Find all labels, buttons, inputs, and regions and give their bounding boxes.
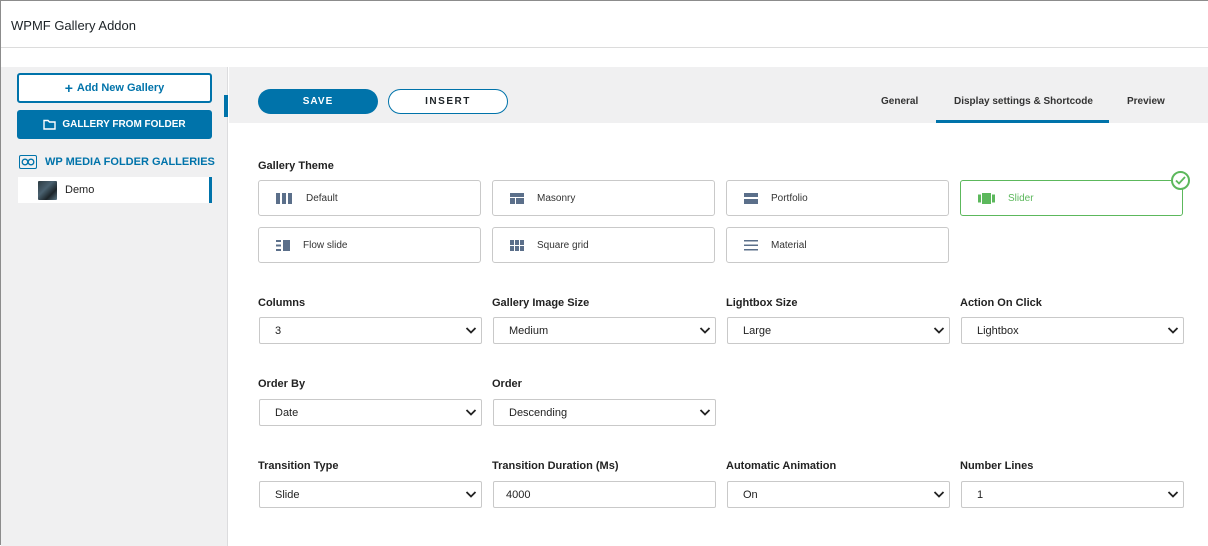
input-value: 4000 (506, 488, 531, 501)
chevron-down-icon (933, 491, 945, 498)
transition-type-label: Transition Type (258, 460, 339, 472)
theme-option-flow-slide[interactable]: Flow slide (258, 227, 481, 263)
chevron-down-icon (933, 327, 945, 334)
title-bar: WPMF Gallery Addon (1, 1, 1208, 48)
sidebar-item-label: Demo (65, 184, 95, 196)
flow-slide-layout-icon (276, 239, 290, 251)
chevron-down-icon (465, 491, 477, 498)
lightbox-size-label: Lightbox Size (726, 297, 798, 309)
slider-layout-icon (978, 192, 995, 204)
sidebar-resize-handle[interactable] (224, 95, 228, 117)
gallery-link-icon (19, 155, 37, 169)
chevron-down-icon (699, 327, 711, 334)
order-select[interactable]: Descending (493, 399, 716, 426)
save-button[interactable]: SAVE (258, 89, 378, 114)
tree-root-label: WP MEDIA FOLDER GALLERIES (45, 156, 215, 168)
tree-root-galleries[interactable]: WP MEDIA FOLDER GALLERIES (19, 155, 215, 169)
theme-option-slider[interactable]: Slider (960, 180, 1183, 216)
theme-option-label: Square grid (537, 239, 589, 251)
theme-option-label: Flow slide (303, 239, 348, 251)
chevron-down-icon (699, 409, 711, 416)
automatic-animation-select[interactable]: On (727, 481, 950, 508)
theme-option-square-grid[interactable]: Square grid (492, 227, 715, 263)
toolbar: SAVE INSERT General Display settings & S… (229, 67, 1208, 123)
automatic-animation-label: Automatic Animation (726, 460, 837, 472)
select-value: 1 (977, 488, 984, 501)
chevron-down-icon (1167, 491, 1179, 498)
tab-general[interactable]: General (881, 96, 918, 107)
active-tab-indicator (936, 120, 1109, 123)
select-value: Medium (509, 324, 549, 337)
theme-option-label: Slider (1008, 192, 1034, 204)
add-new-gallery-label: Add New Gallery (76, 82, 165, 94)
portfolio-layout-icon (744, 192, 758, 204)
order-label: Order (492, 378, 522, 390)
select-value: Lightbox (977, 324, 1019, 337)
select-value: 3 (275, 324, 282, 337)
chevron-down-icon (465, 409, 477, 416)
theme-option-default[interactable]: Default (258, 180, 481, 216)
default-layout-icon (276, 192, 292, 204)
theme-option-label: Default (306, 192, 338, 204)
gallery-from-folder-button[interactable]: GALLERY FROM FOLDER (17, 110, 212, 139)
gallery-image-size-select[interactable]: Medium (493, 317, 716, 344)
theme-option-material[interactable]: Material (726, 227, 949, 263)
chevron-down-icon (1167, 327, 1179, 334)
insert-button[interactable]: INSERT (388, 89, 508, 114)
order-by-select[interactable]: Date (259, 399, 482, 426)
folder-icon (43, 119, 57, 130)
app-window: WPMF Gallery Addon + Add New Gallery GAL… (0, 0, 1208, 546)
number-lines-select[interactable]: 1 (961, 481, 1184, 508)
theme-option-label: Material (771, 239, 807, 251)
action-on-click-select[interactable]: Lightbox (961, 317, 1184, 344)
gallery-theme-label: Gallery Theme (258, 160, 334, 172)
tab-display-settings[interactable]: Display settings & Shortcode (954, 96, 1093, 107)
material-layout-icon (744, 239, 758, 250)
lightbox-size-select[interactable]: Large (727, 317, 950, 344)
number-lines-label: Number Lines (960, 460, 1034, 472)
app-title: WPMF Gallery Addon (11, 18, 136, 33)
order-by-label: Order By (258, 378, 306, 390)
tab-preview[interactable]: Preview (1127, 96, 1165, 107)
gallery-thumbnail (38, 180, 57, 200)
transition-duration-label: Transition Duration (Ms) (492, 460, 619, 472)
columns-select[interactable]: 3 (259, 317, 482, 344)
select-value: Descending (509, 406, 568, 419)
chevron-down-icon (465, 327, 477, 334)
theme-option-portfolio[interactable]: Portfolio (726, 180, 949, 216)
theme-option-label: Masonry (537, 192, 576, 204)
gallery-image-size-label: Gallery Image Size (492, 297, 590, 309)
square-grid-layout-icon (510, 239, 524, 251)
sidebar-item-demo[interactable]: Demo (18, 177, 212, 203)
masonry-layout-icon (510, 192, 524, 204)
select-value: Date (275, 406, 299, 419)
sidebar: + Add New Gallery GALLERY FROM FOLDER WP… (1, 67, 228, 546)
transition-type-select[interactable]: Slide (259, 481, 482, 508)
theme-option-masonry[interactable]: Masonry (492, 180, 715, 216)
select-value: Slide (275, 488, 300, 501)
selected-check-icon (1171, 171, 1190, 190)
columns-label: Columns (258, 297, 306, 309)
transition-duration-input[interactable]: 4000 (493, 481, 716, 508)
gallery-from-folder-label: GALLERY FROM FOLDER (62, 119, 186, 130)
select-value: Large (743, 324, 772, 337)
theme-option-label: Portfolio (771, 192, 808, 204)
plus-icon: + (64, 80, 73, 96)
action-on-click-label: Action On Click (960, 297, 1042, 309)
add-new-gallery-button[interactable]: + Add New Gallery (17, 73, 212, 103)
select-value: On (743, 488, 758, 501)
